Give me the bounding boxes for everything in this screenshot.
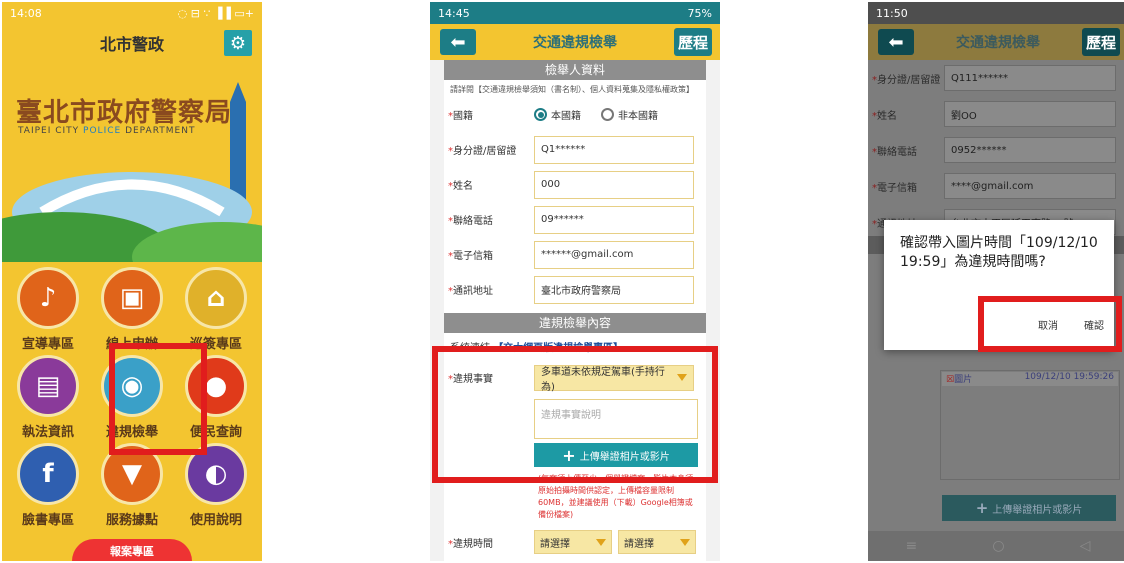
tile-law-info[interactable]: ▤ 執法資訊 xyxy=(8,355,88,440)
dialog-message: 確認帶入圖片時間「109/12/10 19:59」為違規時間嗎? xyxy=(900,235,1098,270)
facebook-icon: f xyxy=(17,443,79,505)
tile-patrol[interactable]: ⌂ 巡簽專區 xyxy=(176,267,256,352)
name-field[interactable]: 000 xyxy=(534,170,694,199)
email-row: *電子信箱 ******@gmail.com xyxy=(444,237,706,272)
id-field[interactable]: Q1****** xyxy=(534,135,694,164)
home-icon[interactable]: ○ xyxy=(992,538,1004,554)
box-icon: ⌂ xyxy=(185,267,247,329)
nationality-row: *國籍 本國籍 非本國籍 xyxy=(444,97,706,132)
tile-user-guide[interactable]: ◐ 使用說明 xyxy=(176,443,256,528)
status-bar: 14:45 75% xyxy=(430,2,720,24)
document-icon: ▣ xyxy=(101,267,163,329)
form-row: *身分證/居留證 Q111****** xyxy=(868,60,1124,96)
form-row: *電子信箱 ****@gmail.com xyxy=(868,168,1124,204)
image-item: ☒圖片 109/12/10 19:59:26 xyxy=(942,372,1118,386)
radio-domestic[interactable]: 本國籍 xyxy=(534,107,581,122)
phone-confirm-dialog: 11:50 ⬅ 交通違規檢舉 歷程 *身分證/居留證 Q111****** *姓… xyxy=(868,2,1124,561)
tile-online-service[interactable]: ▣ 線上申辦 xyxy=(92,267,172,352)
privacy-note[interactable]: 請詳閱【交通違規檢舉須知（書名制）、個人資料蒐集及隱私權政策】 xyxy=(444,80,706,97)
close-icon[interactable]: ☒ xyxy=(946,375,954,385)
phone-report-form: 14:45 75% ⬅ 交通違規檢舉 歷程 檢舉人資料 請詳閱【交通違規檢舉須知… xyxy=(430,2,720,561)
status-time: 14:45 xyxy=(438,6,470,20)
history-button[interactable]: 歷程 xyxy=(1082,28,1120,56)
book-icon: ▤ xyxy=(17,355,79,417)
upload-evidence-button: + 上傳舉證相片或影片 xyxy=(942,495,1116,521)
phone-home-screen: 14:08 ◌ ⊟ ∵ ▐▐ ▭+ 北市警政 ⚙ 臺北市政府警察局 TAIPEI… xyxy=(2,2,262,561)
status-bar: 14:08 ◌ ⊟ ∵ ▐▐ ▭+ xyxy=(2,2,262,24)
gear-icon[interactable]: ⚙ xyxy=(224,30,252,56)
recent-apps-icon[interactable]: ≡ xyxy=(906,538,918,554)
app-bar: ⬅ 交通違規檢舉 歷程 xyxy=(868,24,1124,60)
android-nav-bar: ≡ ○ ◁ xyxy=(868,531,1124,561)
brand-subtitle: TAIPEI CITY POLICE DEPARTMENT xyxy=(18,126,196,136)
report-form: 檢舉人資料 請詳閱【交通違規檢舉須知（書名制）、個人資料蒐集及隱私權政策】 *國… xyxy=(444,60,706,561)
highlight-box xyxy=(978,296,1122,352)
email-field[interactable]: ******@gmail.com xyxy=(534,240,694,269)
highlight-box xyxy=(432,346,718,483)
section-reporter: 檢舉人資料 xyxy=(444,60,706,80)
radio-foreign[interactable]: 非本國籍 xyxy=(601,107,658,122)
status-time: 14:08 xyxy=(10,6,42,20)
address-field[interactable]: 臺北市政府警察局 xyxy=(534,275,694,304)
status-icons: ◌ ⊟ ∵ ▐▐ ▭+ xyxy=(177,6,254,20)
page-title: 交通違規檢舉 xyxy=(533,35,617,51)
highlight-box xyxy=(109,343,207,455)
back-icon[interactable]: ◁ xyxy=(1080,538,1091,554)
violation-time-row: *違規時間 請選擇 請選擇 xyxy=(444,527,706,557)
name-row: *姓名 000 xyxy=(444,167,706,202)
battery-level: 75% xyxy=(687,6,712,20)
image-list xyxy=(940,370,1120,480)
history-button[interactable]: 歷程 xyxy=(674,28,712,56)
address-row: *通訊地址 臺北市政府警察局 xyxy=(444,272,706,307)
app-bar: ⬅ 交通違規檢舉 歷程 xyxy=(430,24,720,60)
page-title: 交通違規檢舉 xyxy=(956,35,1040,51)
plus-icon: + xyxy=(975,499,989,517)
tile-facebook[interactable]: f 臉書專區 xyxy=(8,443,88,528)
report-area-button[interactable]: 報案專區 xyxy=(72,539,192,561)
form-row: *聯絡電話 0952****** xyxy=(868,132,1124,168)
chevron-down-icon xyxy=(680,538,690,546)
app-title: 北市警政 xyxy=(99,35,164,54)
date-select[interactable]: 請選擇 xyxy=(534,530,612,554)
status-time: 11:50 xyxy=(876,6,908,20)
back-arrow-icon[interactable]: ⬅ xyxy=(878,29,914,55)
form-row: *姓名 劉OO xyxy=(868,96,1124,132)
hour-select[interactable]: 請選擇 xyxy=(618,530,696,554)
brand-title: 臺北市政府警察局 xyxy=(16,98,233,128)
megaphone-icon: ♪ xyxy=(17,267,79,329)
tile-promotion[interactable]: ♪ 宣導專區 xyxy=(8,267,88,352)
tile-service-location[interactable]: ▼ 服務據點 xyxy=(92,443,172,528)
app-header: 北市警政 ⚙ xyxy=(2,24,262,62)
chevron-down-icon xyxy=(596,538,606,546)
section-violation: 違規檢舉內容 xyxy=(444,313,706,333)
id-row: *身分證/居留證 Q1****** xyxy=(444,132,706,167)
phone-row: *聯絡電話 09****** xyxy=(444,202,706,237)
phone-field[interactable]: 09****** xyxy=(534,205,694,234)
status-bar: 11:50 xyxy=(868,2,1124,24)
back-arrow-icon[interactable]: ⬅ xyxy=(440,29,476,55)
